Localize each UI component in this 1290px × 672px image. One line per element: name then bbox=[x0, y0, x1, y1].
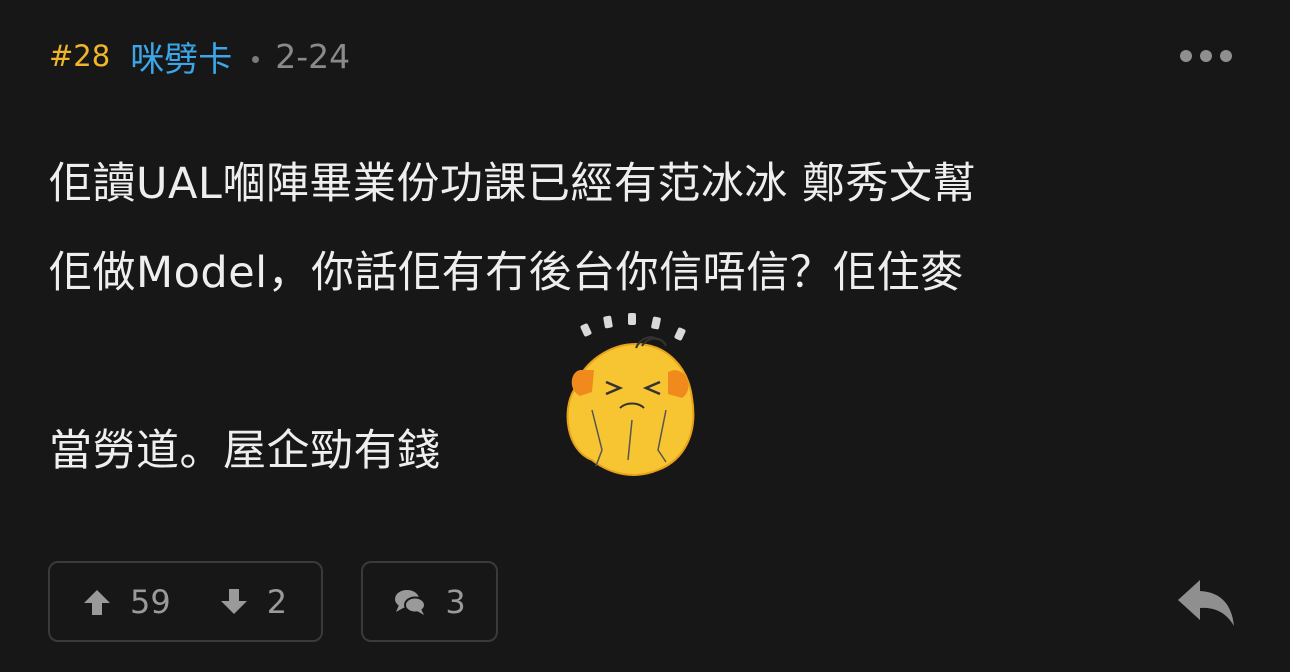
reply-arrow-icon[interactable] bbox=[1176, 576, 1236, 628]
downvote-count: 2 bbox=[266, 582, 288, 621]
more-dot bbox=[1180, 50, 1192, 62]
vote-box: 59 2 bbox=[48, 561, 323, 642]
separator-dot bbox=[252, 55, 260, 63]
more-dot bbox=[1220, 50, 1232, 62]
forum-post: #28 咪劈卡 2-24 佢讀UAL嗰陣畢業份功課已經有范冰冰 鄭秀文幫 佢做M… bbox=[0, 0, 1290, 672]
head-scratching-sticker bbox=[566, 313, 695, 476]
floor-number: #28 bbox=[49, 39, 111, 73]
arrow-up-icon bbox=[84, 589, 110, 615]
downvote-button[interactable]: 2 bbox=[219, 583, 287, 621]
comment-bubbles-icon bbox=[395, 589, 427, 615]
content-line: 佢做Model，你話佢有冇後台你信唔信？佢住麥 bbox=[49, 248, 964, 298]
username-link[interactable]: 咪劈卡 bbox=[130, 32, 232, 81]
arrow-down-icon bbox=[220, 588, 247, 614]
comments-button[interactable]: 3 bbox=[361, 561, 498, 642]
more-dot bbox=[1200, 50, 1212, 62]
post-time: 2-24 bbox=[275, 36, 351, 76]
comment-count: 3 bbox=[445, 582, 466, 621]
upvote-button[interactable]: 59 bbox=[82, 583, 171, 621]
content-line: 佢讀UAL嗰陣畢業份功課已經有范冰冰 鄭秀文幫 bbox=[49, 159, 977, 209]
post-header: #28 咪劈卡 2-24 bbox=[49, 32, 350, 80]
more-options-button[interactable] bbox=[1180, 48, 1232, 64]
upvote-count: 59 bbox=[130, 582, 171, 621]
